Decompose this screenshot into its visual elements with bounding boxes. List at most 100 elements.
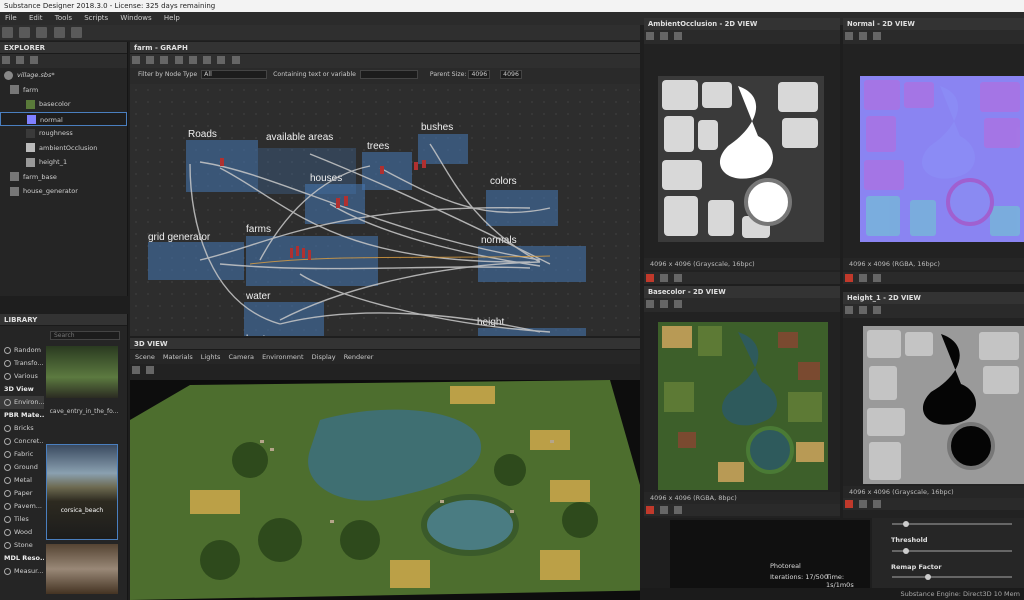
copy-icon[interactable] — [674, 32, 683, 40]
lib-cat-transform[interactable]: Transfo... — [0, 357, 44, 370]
histogram-icon[interactable] — [674, 274, 683, 282]
grid-icon[interactable] — [859, 274, 868, 282]
lib-cat-bricks[interactable]: Bricks — [0, 422, 44, 435]
center-icon[interactable] — [146, 56, 155, 64]
tree-item-basecolor[interactable]: basecolor — [0, 97, 127, 112]
view3d-menu-lights[interactable]: Lights — [198, 353, 224, 361]
filter-text-input[interactable] — [359, 69, 418, 79]
package-item[interactable]: village.sbs* — [0, 68, 127, 83]
filter-type-select[interactable]: All — [201, 69, 268, 79]
new-package-icon[interactable] — [2, 56, 10, 64]
fit-icon[interactable] — [845, 32, 853, 40]
lib-cat-various[interactable]: Various — [0, 370, 44, 383]
import-icon[interactable] — [16, 56, 25, 64]
fit-icon[interactable] — [646, 300, 654, 308]
fit-icon[interactable] — [160, 56, 169, 64]
lib-section-3dview[interactable]: 3D View — [0, 383, 44, 396]
histogram-icon[interactable] — [873, 500, 882, 508]
env-thumb-corsica[interactable]: corsica_beach — [46, 444, 118, 540]
tree-item-house-generator[interactable]: house_generator — [0, 184, 127, 199]
copy-icon[interactable] — [873, 32, 882, 40]
open-icon[interactable] — [19, 27, 31, 38]
menu-help[interactable]: Help — [159, 12, 185, 25]
settings-icon[interactable] — [231, 56, 240, 64]
pin-icon[interactable] — [203, 56, 212, 64]
view2d-basecolor-image[interactable] — [658, 322, 828, 490]
channels-icon[interactable] — [845, 500, 853, 508]
library-search-input[interactable]: Search — [50, 331, 120, 340]
redo-icon[interactable] — [70, 27, 82, 38]
channels-icon[interactable] — [845, 274, 853, 282]
grid-icon[interactable] — [859, 500, 868, 508]
view2d-ao-image[interactable] — [658, 76, 824, 242]
view2d-height-image[interactable] — [863, 326, 1024, 484]
tree-item-roughness[interactable]: roughness — [0, 126, 127, 141]
save-icon[interactable] — [859, 32, 868, 40]
menu-file[interactable]: File — [0, 12, 22, 25]
view3d-menu-environment[interactable]: Environment — [259, 353, 307, 361]
python-icon[interactable] — [217, 56, 226, 64]
lib-cat-tiles[interactable]: Tiles — [0, 513, 44, 526]
histogram-icon[interactable] — [873, 274, 882, 282]
view3d-menu-renderer[interactable]: Renderer — [341, 353, 377, 361]
comment-icon[interactable] — [188, 56, 197, 64]
lib-cat-concrete[interactable]: Concret... — [0, 435, 44, 448]
view3d-menu-scene[interactable]: Scene — [132, 353, 158, 361]
lib-cat-fabric[interactable]: Fabric — [0, 448, 44, 461]
view3d-menu-camera[interactable]: Camera — [225, 353, 257, 361]
view3d-menu-display[interactable]: Display — [309, 353, 339, 361]
undo-icon[interactable] — [53, 27, 65, 38]
copy-icon[interactable] — [674, 300, 683, 308]
menu-windows[interactable]: Windows — [115, 12, 156, 25]
camera-icon[interactable] — [132, 366, 140, 374]
menu-edit[interactable]: Edit — [24, 12, 48, 25]
view3d-viewport[interactable] — [130, 380, 640, 600]
tree-item-ambientocclusion[interactable]: ambientOcclusion — [0, 141, 127, 156]
lib-section-mdl[interactable]: MDL Reso... — [0, 552, 44, 565]
tree-item-normal[interactable]: normal — [0, 111, 127, 126]
lib-cat-metal[interactable]: Metal — [0, 474, 44, 487]
light-icon[interactable] — [146, 366, 155, 374]
export-icon[interactable] — [30, 56, 39, 64]
channels-icon[interactable] — [646, 274, 654, 282]
fit-icon[interactable] — [646, 32, 654, 40]
grid-icon[interactable] — [660, 274, 669, 282]
lib-cat-random[interactable]: Random — [0, 344, 44, 357]
save-icon[interactable] — [660, 300, 669, 308]
tree-item-height[interactable]: height_1 — [0, 155, 127, 170]
save-icon[interactable] — [859, 306, 868, 314]
lib-section-pbr[interactable]: PBR Mate... — [0, 409, 44, 422]
remap-slider-knob[interactable] — [925, 574, 931, 580]
lib-cat-stone[interactable]: Stone — [0, 539, 44, 552]
view3d-menu-materials[interactable]: Materials — [160, 353, 196, 361]
menu-tools[interactable]: Tools — [50, 12, 77, 25]
lib-cat-paper[interactable]: Paper — [0, 487, 44, 500]
frame-icon[interactable] — [132, 56, 140, 64]
lib-cat-ground[interactable]: Ground — [0, 461, 44, 474]
parent-size-w[interactable]: 4096 — [468, 69, 491, 79]
grid-icon[interactable] — [660, 506, 669, 514]
menu-scripts[interactable]: Scripts — [79, 12, 113, 25]
copy-icon[interactable] — [873, 306, 882, 314]
lib-cat-pavement[interactable]: Pavem... — [0, 500, 44, 513]
slider-knob-top[interactable] — [903, 521, 909, 527]
zoom-icon[interactable] — [174, 56, 183, 64]
new-icon[interactable] — [2, 27, 13, 38]
fit-icon[interactable] — [845, 306, 853, 314]
lib-cat-environment[interactable]: Environ... — [0, 396, 44, 409]
save-icon[interactable] — [36, 27, 48, 38]
view2d-normal-image[interactable] — [860, 76, 1024, 242]
threshold-slider-knob[interactable] — [903, 548, 909, 554]
lib-cat-wood[interactable]: Wood — [0, 526, 44, 539]
save-icon[interactable] — [660, 32, 669, 40]
parent-size-h[interactable]: 4096 — [500, 69, 522, 79]
env-thumb-cave[interactable] — [46, 346, 118, 398]
graph-canvas[interactable]: Roads available areas trees bushes house… — [130, 84, 640, 336]
env-thumb-interior[interactable] — [46, 544, 118, 594]
histogram-icon[interactable] — [674, 506, 683, 514]
render-iterations-label: Iterations: 17/500 — [770, 573, 829, 581]
tree-item-farm[interactable]: farm — [0, 83, 127, 98]
channels-icon[interactable] — [646, 506, 654, 514]
tree-item-farm-base[interactable]: farm_base — [0, 170, 127, 185]
lib-cat-measured[interactable]: Measur... — [0, 565, 44, 578]
